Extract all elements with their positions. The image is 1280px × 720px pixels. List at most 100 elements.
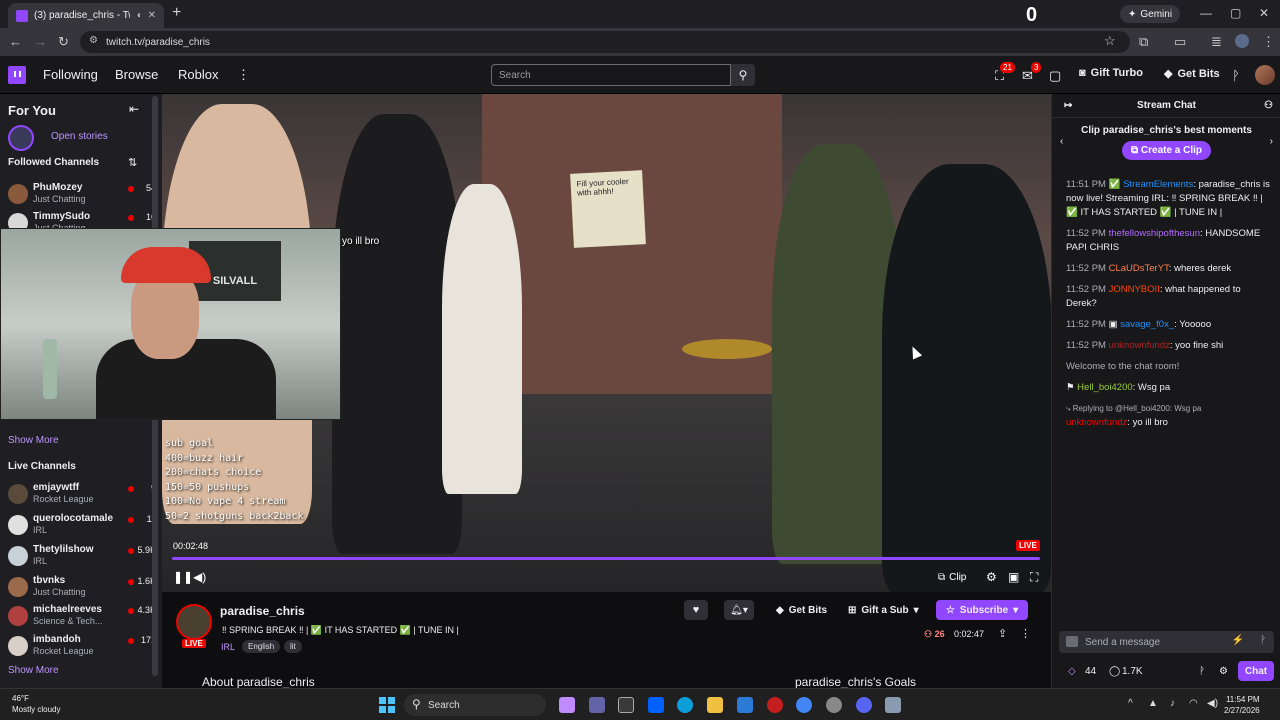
sidebar-channel-emjaywtff[interactable]: emjaywtff Rocket League 9 [8, 480, 156, 508]
taskbar-clock[interactable]: 11:54 PM 2/27/2026 [1224, 694, 1260, 716]
nav-following[interactable]: Following [43, 67, 98, 82]
live-indicator[interactable]: LIVE [1016, 540, 1040, 551]
image-icon[interactable] [1066, 636, 1078, 647]
dropbox-icon[interactable] [648, 697, 664, 713]
new-tab-icon[interactable]: + [172, 4, 181, 22]
discord-icon[interactable] [856, 697, 872, 713]
app-icon[interactable] [826, 697, 842, 713]
msg-user[interactable]: unknownfundz [1109, 340, 1170, 351]
theatre-mode-icon[interactable]: ▣ [1008, 570, 1019, 584]
msg-user[interactable]: unknownfundz [1066, 417, 1127, 428]
sidebar-channel-querolocotamale[interactable]: querolocotamale IRL 11 [8, 511, 156, 539]
more-kebab-icon[interactable]: ⋮ [237, 67, 250, 83]
channel-points[interactable]: 44 [1085, 666, 1096, 677]
edge-icon[interactable] [677, 697, 693, 713]
get-bits-button[interactable]: ◆ Get Bits [1164, 67, 1220, 81]
more-options-icon[interactable]: ⋮ [1020, 627, 1031, 640]
tag-english[interactable]: English [242, 640, 281, 653]
sidebar-channel-imbandoh[interactable]: imbandoh Rocket League 171 [8, 632, 156, 660]
wifi-icon[interactable]: ◠ [1189, 698, 1198, 709]
msg-user[interactable]: JONNYBOII [1109, 284, 1160, 295]
collapse-sidebar-icon[interactable]: ⇤ [129, 102, 139, 116]
whispers-icon[interactable]: ▢ [1049, 68, 1061, 84]
stories-avatar[interactable] [8, 125, 34, 151]
browser-tab[interactable]: (3) paradise_chris - Twitch ◖ ✕ [8, 3, 164, 28]
bits-balance[interactable]: 1.7K [1122, 666, 1143, 677]
msg-user[interactable]: thefellowshipofthesun [1109, 228, 1200, 239]
chevron-left-icon[interactable]: ‹ [1060, 136, 1063, 147]
channel-points-icon[interactable]: ◇ [1068, 666, 1076, 677]
address-bar[interactable]: ⚙ twitch.tv/paradise_chris [80, 31, 1130, 53]
stream-category[interactable]: IRL [221, 642, 235, 652]
chat-send-button[interactable]: Chat [1238, 661, 1274, 681]
ai-icon[interactable]: ᚹ [1260, 635, 1266, 646]
mail-icon[interactable] [737, 697, 753, 713]
gift-turbo-button[interactable]: ◙ Gift Turbo [1079, 67, 1143, 79]
tag-lit[interactable]: lit [284, 640, 302, 653]
get-bits-stream-button[interactable]: ◆ Get Bits [776, 600, 827, 620]
sort-icon[interactable]: ⇅ [128, 156, 137, 169]
teams-icon[interactable] [589, 697, 605, 713]
settings-gear-icon[interactable]: ⚙ [986, 570, 997, 584]
nav-roblox[interactable]: Roblox [178, 67, 218, 82]
sidebar-channel-michaelreeves[interactable]: michaelreeves Science & Tech... 4.3K [8, 602, 156, 630]
msg-user[interactable]: StreamElements [1123, 179, 1193, 190]
reload-icon[interactable]: ↻ [58, 34, 69, 50]
progress-bar[interactable] [172, 557, 1040, 560]
chrome-icon[interactable] [796, 697, 812, 713]
subscribe-button[interactable]: ☆ Subscribe ▾ [936, 600, 1028, 620]
search-input[interactable]: Search [491, 64, 731, 86]
chat-settings-icon[interactable]: ⚙ [1219, 666, 1228, 677]
extensions-icon[interactable]: ⧉ [1139, 34, 1148, 50]
close-window-icon[interactable]: ✕ [1259, 6, 1269, 20]
search-button[interactable]: ⚲ [731, 64, 755, 86]
pause-icon[interactable]: ❚❚ [173, 570, 193, 584]
clip-button[interactable]: ⧉ Clip [932, 567, 972, 587]
msg-user[interactable]: CLaUDsTerYT [1109, 263, 1169, 274]
create-clip-button[interactable]: ⧉ Create a Clip [1121, 141, 1212, 160]
taskbar-search[interactable]: Search [404, 694, 546, 716]
channel-avatar[interactable] [176, 604, 212, 640]
gemini-button[interactable]: ✦ Gemini [1120, 5, 1181, 23]
collapse-chat-icon[interactable]: ↦ [1064, 94, 1072, 117]
tray-app-icon[interactable]: ▲ [1148, 698, 1158, 709]
show-more-live[interactable]: Show More [8, 665, 59, 676]
gift-sub-button[interactable]: ⊞ Gift a Sub ▾ [848, 600, 919, 620]
close-tab-icon[interactable]: ✕ [148, 10, 156, 21]
bookmark-star-icon[interactable]: ☆ [1104, 33, 1116, 49]
copilot-icon[interactable] [559, 697, 575, 713]
file-explorer-icon[interactable] [707, 697, 723, 713]
weather-widget[interactable]: 46°F Mostly cloudy [12, 693, 60, 715]
site-info-icon[interactable]: ⚙ [89, 35, 98, 46]
forward-icon[interactable]: → [34, 34, 47, 49]
ai-icon[interactable]: ᚹ [1199, 666, 1205, 677]
twitch-logo-icon[interactable] [8, 66, 26, 84]
speaker-icon[interactable]: ◀) [1207, 698, 1218, 709]
msg-user[interactable]: Hell_boi4200 [1077, 382, 1132, 393]
tray-chevron-icon[interactable]: ^ [1128, 698, 1133, 709]
notifications-button[interactable]: 🔔︎▾ [724, 600, 754, 620]
speaker-icon[interactable]: ◖ [136, 10, 142, 21]
opera-icon[interactable] [767, 697, 783, 713]
nav-browse[interactable]: Browse [115, 67, 158, 82]
follow-button[interactable]: ♥ [684, 600, 708, 620]
media-icon[interactable]: ≣ [1211, 34, 1222, 50]
menu-kebab-icon[interactable]: ⋮ [1262, 34, 1275, 50]
sidebar-channel-phumozey[interactable]: PhuMozey Just Chatting 54 [8, 180, 156, 208]
profile-avatar[interactable] [1235, 34, 1249, 48]
windows-start-icon[interactable] [379, 697, 395, 713]
user-avatar[interactable] [1255, 65, 1275, 85]
show-more-followed[interactable]: Show More [8, 435, 59, 446]
msg-user[interactable]: savage_f0x_ [1120, 319, 1174, 330]
ai-icon[interactable]: ᚹ [1232, 68, 1240, 83]
share-icon[interactable]: ⇪ [998, 627, 1007, 640]
channel-name[interactable]: paradise_chris [220, 604, 305, 618]
sidebar-channel-thetylilshow[interactable]: Thetylilshow IRL 5.9K [8, 542, 156, 570]
bits-cheer-icon[interactable]: ⚡ [1232, 635, 1244, 646]
microphone-icon[interactable]: ♪ [1170, 698, 1175, 709]
open-stories-link[interactable]: Open stories [51, 131, 108, 142]
cast-icon[interactable]: ▭ [1174, 34, 1186, 50]
fullscreen-icon[interactable]: ⛶ [1030, 570, 1038, 585]
chevron-right-icon[interactable]: › [1270, 136, 1273, 147]
sidebar-channel-tbvnks[interactable]: tbvnks Just Chatting 1.6K [8, 573, 156, 601]
